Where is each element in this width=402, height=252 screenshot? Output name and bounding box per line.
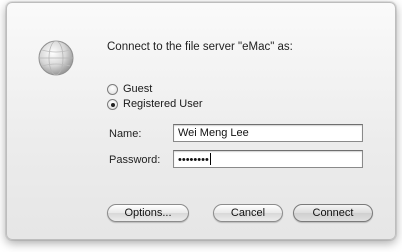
password-field-value: •••••••• — [178, 154, 209, 166]
radio-guest-button[interactable] — [107, 83, 118, 95]
name-field[interactable]: Wei Meng Lee — [173, 124, 363, 142]
connect-button[interactable]: Connect — [293, 204, 373, 222]
radio-registered-user[interactable]: Registered User — [107, 98, 202, 110]
radio-guest[interactable]: Guest — [107, 83, 152, 95]
password-label: Password: — [109, 154, 161, 166]
dialog-prompt: Connect to the file server "eMac" as: — [107, 41, 293, 53]
name-label: Name: — [109, 128, 142, 140]
text-caret — [209, 153, 211, 165]
radio-guest-label: Guest — [123, 83, 153, 95]
globe-icon — [38, 40, 74, 76]
radio-registered-user-label: Registered User — [123, 98, 203, 110]
password-field[interactable]: •••••••• — [173, 150, 363, 168]
name-field-value: Wei Meng Lee — [178, 127, 249, 139]
cancel-button[interactable]: Cancel — [213, 204, 283, 222]
options-button[interactable]: Options... — [107, 204, 189, 222]
radio-registered-user-button[interactable] — [107, 98, 118, 110]
connect-dialog: Connect to the file server "eMac" as: Gu… — [6, 2, 396, 240]
